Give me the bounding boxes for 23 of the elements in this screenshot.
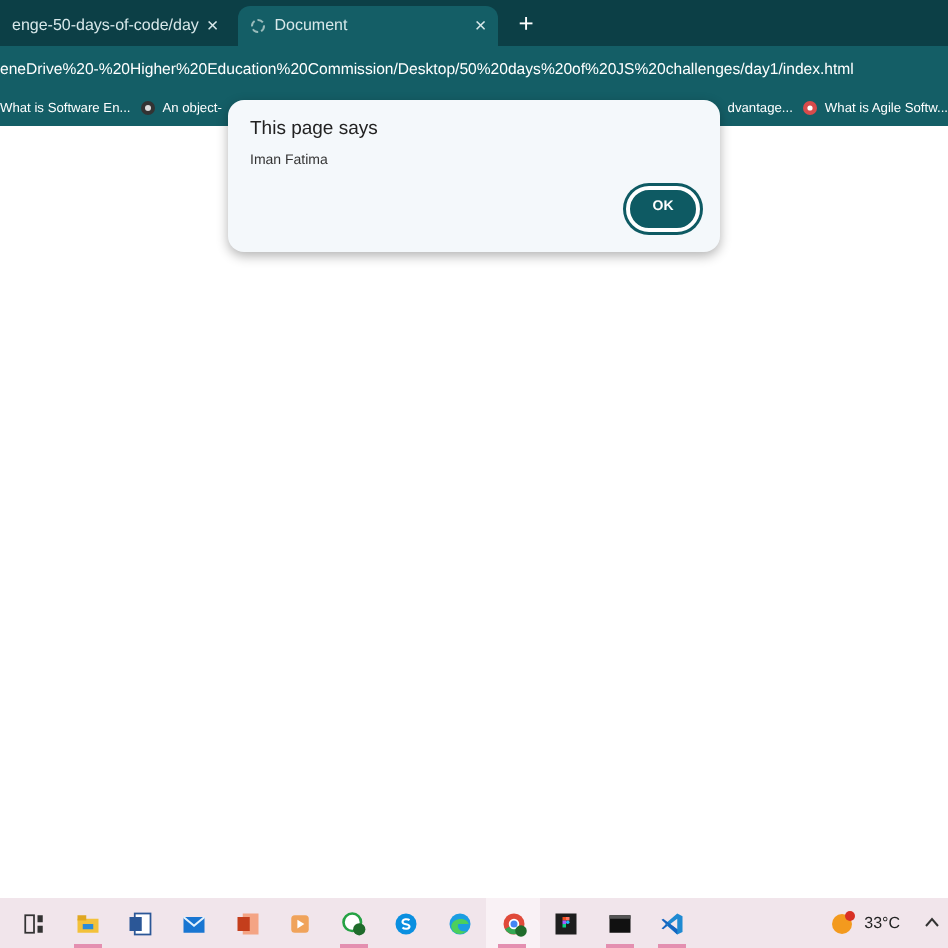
close-icon[interactable]: × bbox=[474, 11, 487, 41]
browser-tab[interactable]: Document × bbox=[238, 6, 499, 46]
chat-icon bbox=[339, 909, 368, 937]
design-app-icon bbox=[552, 909, 581, 937]
close-icon[interactable]: × bbox=[206, 11, 219, 41]
folder-icon bbox=[73, 909, 102, 937]
browser-icon bbox=[499, 909, 528, 937]
bookmark-icon bbox=[802, 100, 819, 120]
new-tab-button[interactable]: + bbox=[506, 10, 546, 36]
bookmark-icon bbox=[140, 100, 157, 120]
weather-icon[interactable] bbox=[830, 910, 857, 936]
presentation-icon bbox=[233, 909, 262, 937]
browser-icon bbox=[446, 909, 475, 937]
terminal-icon bbox=[605, 909, 634, 937]
play-icon bbox=[286, 909, 315, 937]
chat-icon bbox=[392, 909, 421, 937]
browser-tab[interactable]: enge-50-days-of-code/day × bbox=[0, 6, 231, 46]
dialog-title: This page says bbox=[250, 116, 378, 144]
temperature-text[interactable]: 33°C bbox=[864, 911, 900, 935]
code-editor-icon bbox=[658, 909, 687, 937]
page-icon bbox=[250, 14, 267, 38]
document-icon bbox=[126, 909, 155, 937]
task-view-icon bbox=[20, 909, 49, 937]
